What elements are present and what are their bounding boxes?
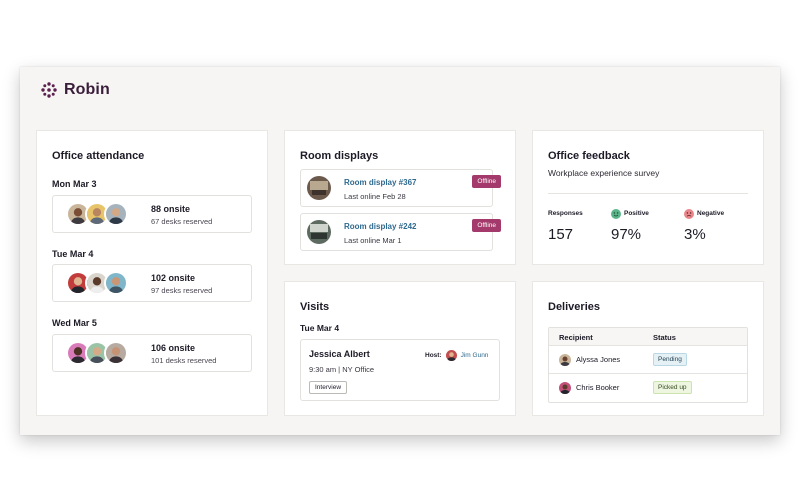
attendance-day-label: Tue Mar 4: [52, 249, 94, 259]
attendee-avatars: [66, 202, 128, 226]
desks-reserved: 101 desks reserved: [151, 356, 217, 365]
room-display-item[interactable]: Room display #242 Last online Mar 1 Offl…: [300, 213, 501, 251]
visit-type-tag: Interview: [309, 381, 348, 394]
attendance-day-label: Mon Mar 3: [52, 179, 97, 189]
last-online: Last online Feb 28: [344, 192, 406, 201]
host-avatar-icon: [445, 350, 457, 361]
stat-value: 3%: [684, 226, 706, 243]
deliveries-card: Deliveries Recipient Status Alyssa Jones…: [532, 281, 764, 416]
desks-reserved: 97 desks reserved: [151, 286, 213, 295]
recipient-name: Alyssa Jones: [576, 355, 621, 364]
table-row[interactable]: Chris Booker Picked up: [549, 374, 747, 402]
person-avatar-icon: [104, 271, 128, 295]
room-photo-icon: [307, 220, 331, 244]
room-display-name[interactable]: Room display #367: [344, 178, 416, 187]
smile-face-icon: [611, 208, 621, 219]
card-title: Deliveries: [548, 301, 600, 313]
brand-name: Robin: [64, 81, 110, 98]
table-row[interactable]: Alyssa Jones Pending: [549, 346, 747, 374]
column-header-recipient[interactable]: Recipient: [559, 333, 593, 342]
room-display-item[interactable]: Room display #367 Last online Feb 28 Off…: [300, 169, 501, 207]
status-badge: Picked up: [653, 381, 692, 394]
card-title: Office feedback: [548, 150, 630, 162]
visit-time-location: 9:30 am | NY Office: [309, 365, 375, 374]
host-label: Host:: [425, 352, 442, 359]
desks-reserved: 67 desks reserved: [151, 217, 213, 226]
offline-status-badge: Offline: [472, 219, 501, 232]
onsite-count: 106 onsite: [151, 343, 196, 353]
room-display-name[interactable]: Room display #242: [344, 222, 416, 231]
host-name-link[interactable]: Jim Gunn: [461, 352, 489, 359]
person-avatar-icon: [104, 202, 128, 226]
card-title: Office attendance: [52, 150, 145, 162]
column-header-status[interactable]: Status: [653, 333, 676, 342]
attendance-day-label: Wed Mar 5: [52, 318, 97, 328]
visit-item[interactable]: Jessica Albert Host: Jim Gunn 9:30 am | …: [300, 339, 500, 401]
divider: [548, 193, 748, 194]
stat-label: Responses: [548, 210, 583, 217]
deliveries-table: Recipient Status Alyssa Jones Pending Ch…: [548, 327, 748, 403]
survey-name: Workplace experience survey: [548, 168, 660, 178]
stat-value: 97%: [611, 226, 642, 243]
attendance-day-summary[interactable]: 102 onsite 97 desks reserved: [52, 264, 252, 302]
attendance-day-summary[interactable]: 88 onsite 67 desks reserved: [52, 195, 252, 233]
recipient-name: Chris Booker: [576, 383, 620, 392]
recipient-avatar-icon: [559, 382, 571, 394]
table-header: Recipient Status: [549, 328, 747, 346]
dashboard-window: Robin Office attendance Mon Mar 3 88 ons…: [20, 67, 780, 435]
room-photo-icon: [307, 176, 331, 200]
office-attendance-card: Office attendance Mon Mar 3 88 onsite 67…: [36, 130, 268, 416]
attendee-avatars: [66, 341, 128, 365]
positive-stat: Positive 97%: [611, 208, 649, 243]
person-avatar-icon: [104, 341, 128, 365]
visits-card: Visits Tue Mar 4 Jessica Albert Host: Ji…: [284, 281, 516, 416]
office-feedback-card: Office feedback Workplace experience sur…: [532, 130, 764, 265]
onsite-count: 88 onsite: [151, 204, 191, 214]
brand-logo[interactable]: Robin: [40, 81, 110, 99]
robin-logo-icon: [41, 82, 57, 98]
negative-stat: Negative 3%: [684, 208, 724, 243]
offline-status-badge: Offline: [472, 175, 501, 188]
room-displays-card: Room displays Room display #367 Last onl…: [284, 130, 516, 265]
card-title: Room displays: [300, 150, 379, 162]
stat-label: Negative: [697, 210, 725, 217]
frown-face-icon: [684, 208, 694, 219]
onsite-count: 102 onsite: [151, 273, 196, 283]
responses-stat: Responses 157: [548, 208, 583, 243]
status-badge: Pending: [653, 353, 687, 366]
last-online: Last online Mar 1: [344, 236, 402, 245]
stat-value: 157: [548, 226, 574, 243]
visit-host: Host: Jim Gunn: [425, 350, 488, 361]
card-title: Visits: [300, 301, 330, 313]
visit-day-label: Tue Mar 4: [300, 323, 340, 333]
recipient-avatar-icon: [559, 354, 571, 366]
attendee-avatars: [66, 271, 128, 295]
stat-label: Positive: [624, 210, 649, 217]
attendance-day-summary[interactable]: 106 onsite 101 desks reserved: [52, 334, 252, 372]
visitor-name: Jessica Albert: [309, 349, 370, 359]
